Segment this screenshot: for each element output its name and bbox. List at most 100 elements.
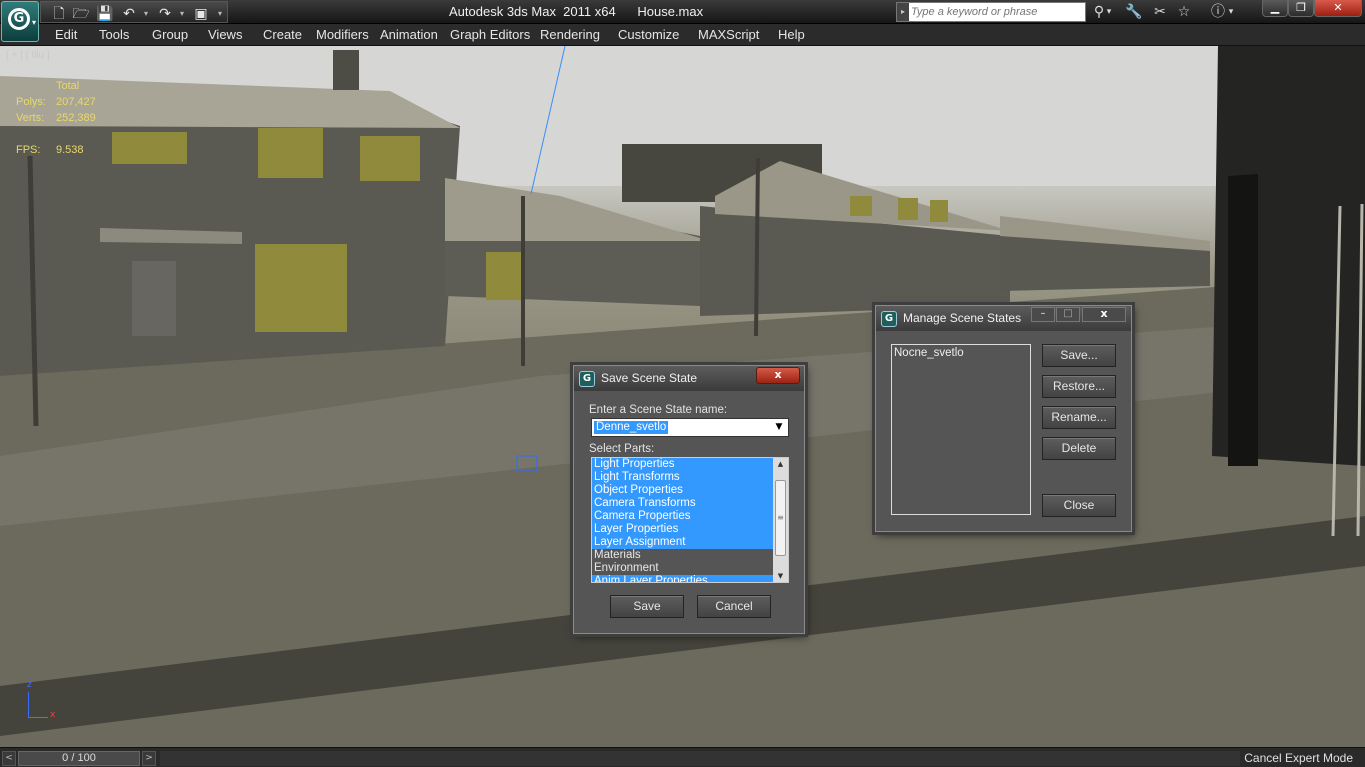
title-bar: 🗋 🗁 💾 ↶ ▾ ↷ ▾ ▣ ▾ Autodesk 3ds Max 2011 …: [0, 0, 1365, 24]
app-small-icon: G: [881, 311, 897, 327]
menu-help[interactable]: Help: [778, 27, 805, 42]
parts-list: Light Properties Light Transforms Object…: [592, 458, 773, 582]
time-prev-button[interactable]: <: [2, 751, 16, 766]
save-button[interactable]: Save: [610, 595, 684, 618]
open-icon[interactable]: 🗁: [71, 5, 91, 23]
save-scene-state-dialog: G Save Scene State x Enter a Scene State…: [573, 365, 805, 634]
verts-label: Verts:: [16, 112, 45, 124]
scrollbar-thumb[interactable]: ≡: [775, 480, 786, 556]
menu-tools[interactable]: Tools: [99, 27, 129, 42]
undo-icon[interactable]: ↶: [119, 5, 139, 23]
polys-value: 207,427: [56, 96, 96, 108]
delete-state-button[interactable]: Delete: [1042, 437, 1116, 460]
maximize-button[interactable]: ❐: [1288, 0, 1314, 17]
list-item[interactable]: Anim Layer Properties: [592, 575, 773, 582]
fps-label: FPS:: [16, 144, 41, 156]
restore-state-button[interactable]: Restore...: [1042, 375, 1116, 398]
redo-icon[interactable]: ↷: [155, 5, 175, 23]
list-item[interactable]: Environment: [592, 562, 773, 575]
axis-z-line: [28, 692, 29, 718]
dialog-title: Save Scene State: [601, 371, 698, 385]
chevron-down-icon[interactable]: ▼: [772, 421, 786, 434]
tools-icon[interactable]: ✂: [1150, 3, 1170, 21]
search-expand-icon[interactable]: ▸: [897, 3, 909, 21]
app-logo-icon: G: [8, 8, 30, 30]
search-input[interactable]: [911, 4, 1083, 20]
cancel-button[interactable]: Cancel: [697, 595, 771, 618]
star-icon[interactable]: ☆: [1174, 3, 1194, 21]
manage-scene-states-dialog: G Manage Scene States – □ x Nocne_svetlo…: [875, 305, 1132, 532]
dialog-titlebar[interactable]: G Save Scene State x: [574, 366, 804, 391]
list-item[interactable]: Nocne_svetlo: [894, 347, 964, 359]
menu-modifiers[interactable]: Modifiers: [316, 27, 369, 42]
fps-value: 9.538: [56, 144, 84, 156]
cancel-expert-mode-button[interactable]: Cancel Expert Mode: [1244, 751, 1353, 765]
axis-z-label: z: [27, 680, 32, 690]
time-next-button[interactable]: >: [142, 751, 156, 766]
app-menu-dropdown-icon: ▾: [31, 18, 36, 27]
application-button[interactable]: G ▾: [1, 1, 39, 42]
scene-state-name-value[interactable]: Denne_svetlo: [594, 421, 669, 434]
help-icon[interactable]: ⓘ: [1208, 3, 1228, 21]
list-item[interactable]: Camera Transforms: [592, 497, 773, 510]
menu-customize[interactable]: Customize: [618, 27, 679, 42]
menu-edit[interactable]: Edit: [55, 27, 77, 42]
list-item[interactable]: Materials: [592, 549, 773, 562]
save-state-button[interactable]: Save...: [1042, 344, 1116, 367]
list-item[interactable]: Layer Assignment: [592, 536, 773, 549]
close-dialog-button[interactable]: Close: [1042, 494, 1116, 517]
parts-listbox[interactable]: Light Properties Light Transforms Object…: [591, 457, 789, 583]
window-title: Autodesk 3ds Max 2011 x64 House.max: [449, 4, 704, 19]
quick-access-dropdown-icon[interactable]: ▾: [215, 5, 225, 23]
scene-state-name-label: Enter a Scene State name:: [589, 404, 728, 416]
redo-dropdown-icon[interactable]: ▾: [177, 5, 187, 23]
save-icon[interactable]: 💾: [95, 5, 115, 23]
minimize-button[interactable]: ▁: [1262, 0, 1288, 17]
list-item[interactable]: Camera Properties: [592, 510, 773, 523]
dialog-titlebar[interactable]: G Manage Scene States – □ x: [876, 306, 1131, 331]
time-slider[interactable]: 0 / 100: [18, 751, 140, 766]
viewport-label[interactable]: [ + ] [ Illu ]: [6, 50, 50, 61]
list-item[interactable]: Layer Properties: [592, 523, 773, 536]
scene-state-name-combobox[interactable]: Denne_svetlo ▼: [591, 418, 789, 437]
dialog-maximize-button[interactable]: □: [1056, 307, 1080, 322]
app-small-icon: G: [579, 371, 595, 387]
menu-views[interactable]: Views: [208, 27, 242, 42]
axis-tripod: z x: [24, 680, 60, 724]
time-track[interactable]: [160, 751, 1240, 766]
dialog-title: Manage Scene States: [903, 311, 1022, 325]
axis-x-label: x: [50, 710, 56, 720]
scene-states-listbox[interactable]: Nocne_svetlo: [891, 344, 1031, 515]
project-folder-icon[interactable]: ▣: [191, 5, 211, 23]
help-dropdown-icon[interactable]: ▾: [1226, 3, 1236, 21]
dialog-close-button[interactable]: x: [1082, 307, 1126, 322]
new-icon[interactable]: 🗋: [49, 5, 69, 23]
list-item[interactable]: Light Transforms: [592, 471, 773, 484]
menu-maxscript[interactable]: MAXScript: [698, 27, 759, 42]
scroll-up-icon[interactable]: ▲: [773, 458, 788, 470]
list-item[interactable]: Object Properties: [592, 484, 773, 497]
dialog-minimize-button[interactable]: –: [1031, 307, 1055, 322]
dialog-close-button[interactable]: x: [756, 367, 800, 384]
menu-graph-editors[interactable]: Graph Editors: [450, 27, 530, 42]
menu-create[interactable]: Create: [263, 27, 302, 42]
scroll-down-icon[interactable]: ▼: [773, 570, 788, 582]
wrench-icon[interactable]: 🔧: [1124, 3, 1144, 21]
menu-bar: Edit Tools Group Views Create Modifiers …: [0, 24, 1365, 46]
info-center-search[interactable]: ▸: [896, 2, 1086, 22]
menu-animation[interactable]: Animation: [380, 27, 438, 42]
stats-header: Total: [56, 80, 80, 92]
list-item[interactable]: Light Properties: [592, 458, 773, 471]
menu-group[interactable]: Group: [152, 27, 188, 42]
parts-scrollbar[interactable]: ▲ ≡ ▼: [773, 458, 788, 582]
undo-dropdown-icon[interactable]: ▾: [141, 5, 151, 23]
close-button[interactable]: ✕: [1314, 0, 1362, 17]
rename-state-button[interactable]: Rename...: [1042, 406, 1116, 429]
axis-x-line: [28, 717, 48, 718]
polys-label: Polys:: [16, 96, 46, 108]
menu-rendering[interactable]: Rendering: [540, 27, 600, 42]
verts-value: 252,389: [56, 112, 96, 124]
quick-access-toolbar: 🗋 🗁 💾 ↶ ▾ ↷ ▾ ▣ ▾: [40, 1, 228, 23]
time-bar: < 0 / 100 > Cancel Expert Mode: [0, 747, 1365, 767]
binoculars-dropdown-icon[interactable]: ▾: [1104, 3, 1114, 21]
